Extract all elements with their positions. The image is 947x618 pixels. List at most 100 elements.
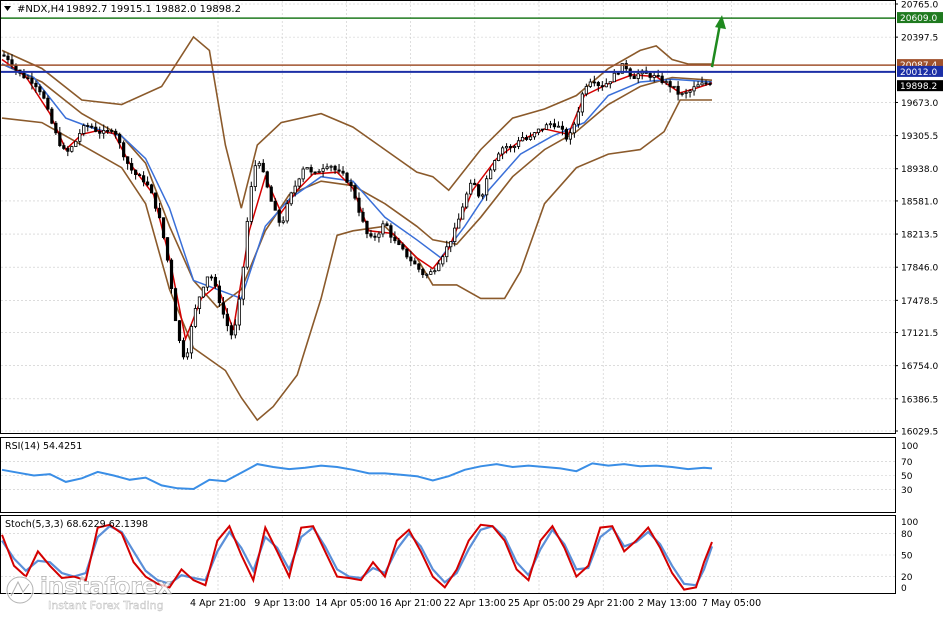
price-tick-label: 16386.5 bbox=[901, 395, 938, 405]
candle-body bbox=[568, 132, 572, 140]
current-price-badge-text: 19898.2 bbox=[900, 82, 937, 92]
candle-body bbox=[329, 165, 333, 168]
candle-body bbox=[692, 86, 696, 92]
dropdown-triangle-icon[interactable] bbox=[4, 6, 11, 11]
ndx-chart[interactable]: 20765.0 20397.5 19673.0 19305.5 18938.0 18581… bbox=[0, 0, 947, 614]
candle-body bbox=[118, 133, 122, 144]
axis-layer: 20765.0 20397.5 19673.0 19305.5 18938.0 18581… bbox=[190, 1, 943, 609]
time-tick-label: 4 Apr 21:00 bbox=[190, 598, 246, 609]
candle-body bbox=[66, 148, 70, 152]
level-lines-layer bbox=[1, 15, 895, 73]
candle-body bbox=[10, 59, 14, 66]
candle-body bbox=[34, 82, 38, 88]
candle-body bbox=[604, 83, 608, 88]
candle-body bbox=[465, 193, 469, 208]
candle-body bbox=[353, 185, 357, 199]
candle-body bbox=[78, 133, 82, 142]
candle-body bbox=[361, 211, 365, 222]
candle-body bbox=[293, 185, 297, 194]
candle-body bbox=[660, 75, 664, 84]
time-tick-label: 25 Apr 05:00 bbox=[508, 598, 570, 609]
stoch-tick-label: 20 bbox=[901, 573, 913, 583]
ema-fast-line bbox=[1, 58, 713, 342]
candle-body bbox=[508, 146, 513, 148]
price-tick-label: 17846.0 bbox=[901, 264, 938, 274]
candle-body bbox=[612, 72, 616, 83]
grid-layer bbox=[1, 1, 895, 593]
candle-body bbox=[401, 244, 405, 250]
candle-body bbox=[453, 227, 457, 242]
candle-body bbox=[130, 163, 134, 171]
price-tick-label: 19673.0 bbox=[901, 99, 938, 109]
bollinger-layer bbox=[1, 35, 713, 422]
candle-body bbox=[98, 131, 102, 134]
forecast-arrow-head-icon bbox=[715, 15, 726, 30]
candle-body bbox=[708, 83, 712, 85]
stoch-label: Stoch(5,3,3) 68.6229 62.1398 bbox=[5, 519, 148, 530]
candle-body bbox=[106, 130, 110, 132]
candle-body bbox=[337, 169, 341, 172]
rsi-tick-label: 50 bbox=[901, 472, 913, 482]
rsi-panel-frame bbox=[0, 437, 896, 513]
candle-body bbox=[42, 91, 46, 99]
candle-body bbox=[668, 81, 672, 88]
time-tick-label: 2 May 13:00 bbox=[638, 598, 697, 609]
forecast-arrow-line bbox=[710, 23, 722, 68]
candle-body bbox=[457, 218, 461, 229]
support-price-badge-text: 20012.0 bbox=[900, 68, 937, 78]
instaforex-watermark: instaforex Instant Forex Trading bbox=[5, 574, 173, 612]
candle-body bbox=[664, 81, 668, 84]
candle-body bbox=[273, 200, 277, 211]
candle-body bbox=[138, 174, 142, 177]
rsi-line bbox=[1, 462, 713, 491]
stoch-tick-label: 0 bbox=[901, 584, 907, 594]
candle-body bbox=[429, 271, 433, 275]
price-tick-label: 16029.5 bbox=[901, 428, 938, 438]
candle-body bbox=[588, 81, 592, 87]
candle-body bbox=[30, 77, 34, 84]
candle-body bbox=[86, 125, 90, 127]
price-tick-label: 19305.5 bbox=[901, 132, 938, 142]
candle-body bbox=[14, 64, 18, 71]
candle-body bbox=[277, 209, 281, 223]
rsi-label: RSI(14) 54.4251 bbox=[5, 441, 82, 452]
candle-body bbox=[536, 128, 541, 134]
candle-body bbox=[26, 77, 30, 80]
candle-body bbox=[305, 167, 309, 170]
candle-body bbox=[321, 168, 325, 172]
candle-body bbox=[672, 85, 676, 88]
chart-canvas[interactable]: 20765.0 20397.5 19673.0 19305.5 18938.0 18581… bbox=[0, 0, 947, 614]
instaforex-logo-icon bbox=[5, 575, 35, 605]
candle-body bbox=[281, 220, 285, 223]
candle-body bbox=[309, 167, 313, 173]
candle-body bbox=[70, 146, 74, 152]
candle-body bbox=[409, 256, 413, 262]
candle-body bbox=[656, 75, 660, 77]
candle-body bbox=[389, 225, 393, 238]
candle-body bbox=[676, 85, 680, 95]
candle-body bbox=[421, 268, 425, 276]
candle-body bbox=[229, 325, 233, 336]
candle-body bbox=[532, 132, 537, 138]
candle-body bbox=[185, 352, 190, 358]
candle-body bbox=[485, 178, 489, 196]
candle-body bbox=[193, 308, 198, 327]
price-tick-label: 18938.0 bbox=[901, 165, 938, 175]
candle-body bbox=[704, 82, 708, 85]
candle-body bbox=[46, 97, 50, 110]
candle-body bbox=[596, 82, 600, 87]
candle-body bbox=[82, 125, 86, 134]
candle-body bbox=[341, 170, 345, 174]
candle-body bbox=[237, 298, 241, 326]
candle-body bbox=[489, 169, 493, 180]
candle-body bbox=[142, 175, 146, 183]
candle-body bbox=[249, 186, 253, 222]
candle-body bbox=[556, 125, 561, 128]
candle-body bbox=[544, 124, 549, 130]
candle-body bbox=[209, 276, 214, 279]
candle-body bbox=[90, 125, 94, 128]
candle-body bbox=[157, 207, 162, 219]
candle-body bbox=[369, 233, 373, 237]
candle-body bbox=[245, 221, 249, 268]
candle-body bbox=[269, 186, 273, 202]
